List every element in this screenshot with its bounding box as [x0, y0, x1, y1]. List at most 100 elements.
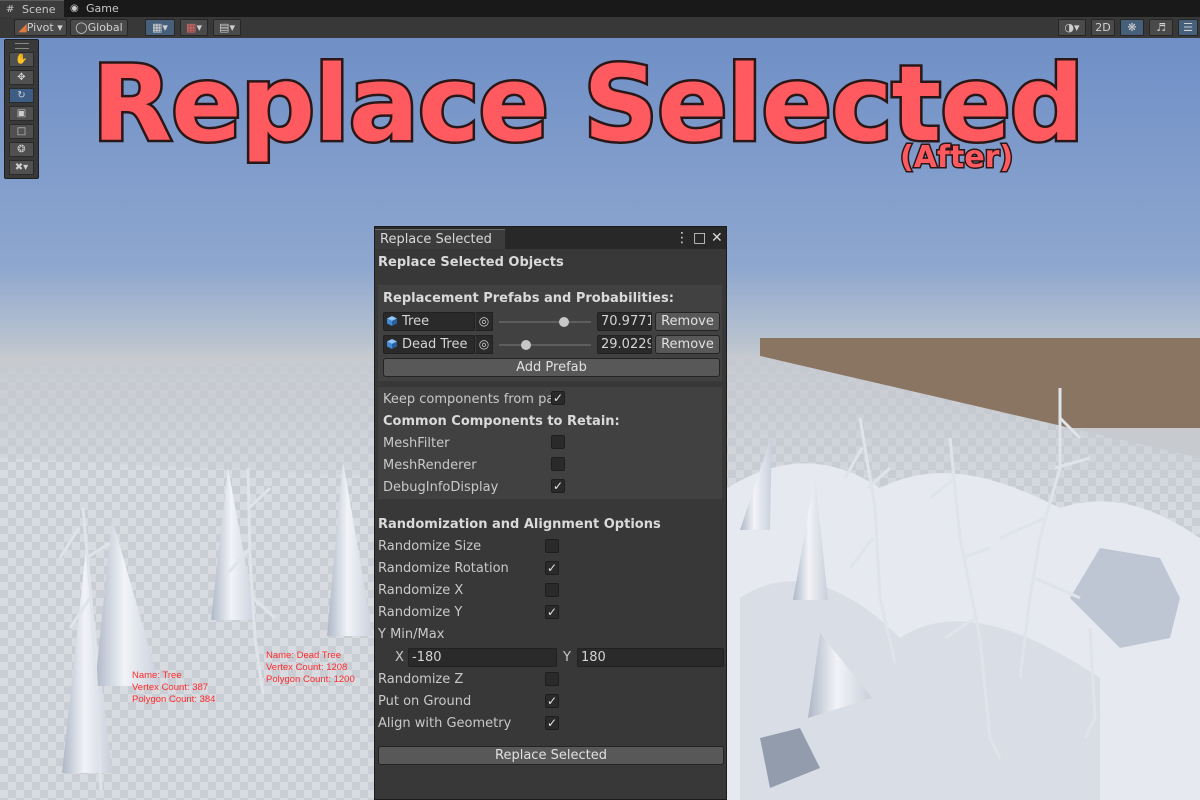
prefabs-box: Replacement Prefabs and Probabilities: T… [378, 285, 722, 381]
global-dropdown[interactable]: ◯Global ▾ [70, 19, 128, 49]
globe-icon: ◯ [75, 21, 88, 34]
prefab-object-field[interactable]: Dead Tree [383, 335, 475, 354]
overlay-subtitle: (After) [898, 139, 1014, 177]
snap-increment-button[interactable]: ▦▾ [180, 19, 208, 36]
remove-prefab-button[interactable]: Remove [655, 312, 720, 331]
debug-vertex-count: Vertex Count: 1208 [266, 662, 348, 673]
custom-tool-icon: ✖▾ [14, 162, 29, 173]
randomize-x-checkbox[interactable] [545, 583, 559, 597]
mode-2d-button[interactable]: 2D [1091, 19, 1115, 36]
prefab-cube-icon [387, 339, 397, 349]
randomize-rotation-checkbox[interactable]: ✓ [545, 561, 559, 575]
effects-button[interactable]: ☰ [1178, 19, 1198, 36]
tab-game-label: Game [86, 2, 119, 15]
probability-slider-thumb[interactable] [520, 340, 531, 350]
object-picker-button[interactable]: ◎ [475, 312, 493, 331]
object-picker-button[interactable]: ◎ [475, 335, 493, 354]
component-checkbox-meshrenderer[interactable] [551, 457, 565, 471]
align-icon: ▤ [219, 21, 230, 34]
probability-value-field[interactable]: 29.0229 [597, 335, 652, 354]
hand-icon: ✋ [15, 54, 28, 65]
align-button[interactable]: ▤▾ [213, 19, 241, 36]
scale-tool-button[interactable]: ▣ [9, 106, 34, 121]
editor-tab-bar: # Scene ◉ Game [0, 0, 1200, 17]
add-prefab-button[interactable]: Add Prefab [383, 358, 720, 377]
rotate-tool-button[interactable]: ↻ [9, 88, 34, 103]
y-min-field[interactable]: -180 [408, 648, 557, 667]
debug-name: Name: Dead Tree [266, 650, 341, 661]
maximize-icon[interactable]: □ [693, 229, 706, 247]
debug-vertex-count: Vertex Count: 387 [132, 682, 209, 693]
custom-tool-button[interactable]: ✖▾ [9, 160, 34, 175]
rect-icon: □ [16, 126, 27, 137]
probability-slider-thumb[interactable] [559, 317, 570, 327]
transform-icon: ❂ [17, 144, 26, 155]
rotate-icon: ↻ [17, 90, 26, 101]
component-label-meshfilter: MeshFilter [383, 436, 450, 451]
component-label-meshrenderer: MeshRenderer [383, 458, 477, 473]
debug-info-tree: Name: Tree Vertex Count: 387 Polygon Cou… [132, 670, 215, 706]
keep-components-checkbox[interactable]: ✓ [551, 391, 565, 405]
transform-tool-button[interactable]: ❂ [9, 142, 34, 157]
move-tool-button[interactable]: ✥ [9, 70, 34, 85]
audio-button[interactable]: ♬ [1149, 19, 1173, 36]
probability-slider-track[interactable] [499, 321, 591, 323]
prefab-cube-icon [387, 316, 397, 326]
scene-toolbar: ◢Pivot ▾ ◯Global ▾ ▦▾ ▦▾ ▤▾ ◑▾ 2D ❋ ♬ ☰ [0, 17, 1200, 49]
gamepad-icon: ◉ [70, 3, 79, 14]
global-label: Global [87, 21, 123, 34]
prefab-name: Dead Tree [402, 337, 468, 352]
randomize-size-checkbox[interactable] [545, 539, 559, 553]
common-components-heading: Common Components to Retain: [383, 414, 620, 429]
snap-icon: ▦ [186, 21, 197, 34]
target-icon: ◎ [478, 314, 490, 328]
randomize-x-label: Randomize X [378, 583, 464, 598]
randomize-z-checkbox[interactable] [545, 672, 559, 686]
debug-info-dead-tree: Name: Dead Tree Vertex Count: 1208 Polyg… [266, 650, 355, 686]
close-icon[interactable]: ✕ [711, 229, 723, 247]
palette-drag-handle[interactable] [15, 43, 29, 49]
lightbulb-icon: ❋ [1127, 21, 1137, 34]
grid-snap-icon: ▦▾ [152, 21, 168, 34]
prefab-object-field[interactable]: Tree [383, 312, 475, 331]
put-on-ground-checkbox[interactable]: ✓ [545, 694, 559, 708]
randomization-heading: Randomization and Alignment Options [378, 517, 661, 532]
window-header: Replace Selected Objects [378, 255, 564, 270]
draw-mode-button[interactable]: ◑▾ [1058, 19, 1086, 36]
speaker-icon: ♬ [1156, 21, 1166, 34]
pivot-dropdown[interactable]: ◢Pivot ▾ [14, 19, 67, 36]
debug-polygon-count: Polygon Count: 1200 [266, 674, 355, 685]
grid-snap-button[interactable]: ▦▾ [145, 19, 175, 36]
window-tab[interactable]: Replace Selected [375, 229, 505, 249]
more-options-icon[interactable]: ⋮ [675, 229, 689, 247]
rect-tool-button[interactable]: □ [9, 124, 34, 139]
pivot-icon: ◢ [18, 21, 27, 34]
probability-slider-track[interactable] [499, 344, 591, 346]
y-max-field[interactable]: 180 [577, 648, 724, 667]
grid-icon: # [6, 4, 15, 15]
replace-selected-button[interactable]: Replace Selected [378, 746, 724, 765]
view-tool-button[interactable]: ✋ [9, 52, 34, 67]
replace-selected-window: Replace Selected ⋮ □ ✕ Replace Selected … [374, 226, 727, 800]
y-minmax-label: Y Min/Max [378, 627, 445, 642]
probability-value-field[interactable]: 70.9771 [597, 312, 652, 331]
tab-scene[interactable]: # Scene [0, 0, 64, 17]
min-x-label: X [395, 650, 404, 665]
components-box: Keep components from par ✓ Common Compon… [378, 387, 722, 499]
randomize-y-checkbox[interactable]: ✓ [545, 605, 559, 619]
component-checkbox-meshfilter[interactable] [551, 435, 565, 449]
prefab-name: Tree [402, 314, 430, 329]
component-checkbox-debuginfodisplay[interactable]: ✓ [551, 479, 565, 493]
tab-scene-label: Scene [22, 3, 56, 16]
randomize-size-label: Randomize Size [378, 539, 482, 554]
transform-tool-palette: ✋ ✥ ↻ ▣ □ ❂ ✖▾ [4, 39, 39, 179]
lighting-button[interactable]: ❋ [1120, 19, 1144, 36]
scale-icon: ▣ [16, 108, 27, 119]
align-with-geometry-checkbox[interactable]: ✓ [545, 716, 559, 730]
randomize-y-label: Randomize Y [378, 605, 463, 620]
shading-sphere-icon: ◑ [1064, 21, 1075, 34]
align-with-geometry-label: Align with Geometry [378, 716, 512, 731]
tab-game[interactable]: ◉ Game [64, 0, 156, 17]
randomize-z-label: Randomize Z [378, 672, 464, 687]
remove-prefab-button[interactable]: Remove [655, 335, 720, 354]
